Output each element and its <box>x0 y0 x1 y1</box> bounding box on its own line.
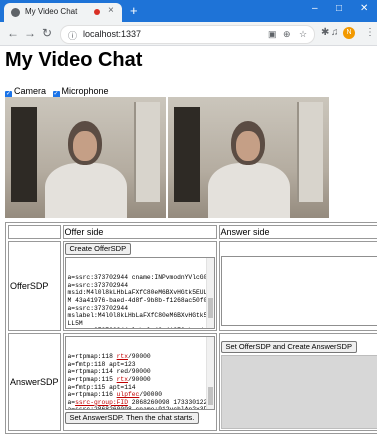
close-tab-icon[interactable]: × <box>108 5 114 16</box>
offer-answer-cell: a=rtpmap:118 rtx/90000 a=fmtp:118 apt=123… <box>62 333 217 431</box>
sdp-table: Offer side Answer side OfferSDP Create O… <box>5 222 377 434</box>
zoom-icon[interactable]: ⊕ <box>283 29 291 40</box>
sdp-line: a=fmtp:118 apt=123 <box>67 360 136 368</box>
answer-sdp-textarea[interactable]: a=rtpmap:118 rtx/90000 a=fmtp:118 apt=123… <box>64 336 215 410</box>
minimize-icon[interactable]: – <box>312 3 318 14</box>
sdp-line: a=fmtp:115 apt=114 <box>67 383 136 391</box>
close-window-icon[interactable]: ✕ <box>360 3 368 14</box>
sdp-line: a=ssrc:373702944 <box>67 304 128 312</box>
avatar[interactable]: N <box>343 27 355 39</box>
forward-icon[interactable]: → <box>24 26 36 40</box>
maximize-icon[interactable]: □ <box>336 3 342 14</box>
back-icon[interactable]: ← <box>7 26 19 40</box>
answer-row-label: AnswerSDP <box>8 333 61 431</box>
offer-row-label: OfferSDP <box>8 241 61 331</box>
answer-offer-textarea[interactable] <box>220 256 377 326</box>
tab-title: My Video Chat <box>25 7 78 16</box>
sdp-line: a=ssrc-group:FID 2868260098 1733301223 <box>67 398 212 406</box>
sdp-line: a=ssrc:373702944 label:43a41976-baed- <box>68 327 214 328</box>
browser-titlebar: My Video Chat × + – □ ✕ <box>0 0 377 22</box>
sdp-line: a=rtpmap:116 ulpfec/90000 <box>67 391 163 399</box>
browser-tab[interactable]: My Video Chat × <box>4 3 122 22</box>
sdp-line: M 43a41976-baed-4d8f-9b8b-f1268ac50f03 <box>67 296 212 304</box>
scrollbar[interactable] <box>205 258 214 328</box>
offer-header: Offer side <box>62 225 217 239</box>
extensions-icon[interactable]: ✱ <box>321 27 329 38</box>
sdp-line: a=rtpmap:118 rtx/90000 <box>67 353 151 361</box>
set-offer-create-answer-button[interactable]: Set OfferSDP and Create AnswerSDP <box>220 341 357 353</box>
scrollbar[interactable] <box>205 337 214 409</box>
menu-icon[interactable]: ⋮ <box>365 27 375 38</box>
answer-header: Answer side <box>218 225 377 239</box>
answer-side-textarea <box>220 355 377 429</box>
microphone-label: Microphone <box>61 86 109 96</box>
address-bar[interactable]: ⓘ localhost:1337 ▣ ⊕ ☆ <box>60 25 315 44</box>
set-answer-button[interactable]: Set AnswerSDP. Then the chat starts. <box>64 412 200 424</box>
media-icon[interactable]: ♫ <box>331 27 339 38</box>
new-tab-icon[interactable]: + <box>130 3 138 18</box>
answer-cell: Set OfferSDP and Create AnswerSDP <box>218 333 377 431</box>
info-icon: ⓘ <box>68 31 78 41</box>
sdp-line: msid:M4l0l8kLHbLaFXfC80eM6BXvHGtk5EULL5 <box>67 289 215 297</box>
create-offer-button[interactable]: Create OfferSDP <box>64 243 132 255</box>
sdp-line: a=rtpmap:115 rtx/90000 <box>67 375 151 383</box>
answer-offer-cell <box>218 241 377 331</box>
local-video <box>5 97 166 218</box>
sdp-line: a=ssrc:373702944 <box>67 281 128 289</box>
star-icon[interactable]: ☆ <box>299 29 307 40</box>
sdp-line: a=rtpmap:114 red/90000 <box>67 368 151 376</box>
sdp-line: mslabel:M4l0l8kLHbLaFXfC80eM6BXvHGtk5EU <box>67 312 215 320</box>
sdp-line: a=ssrc:373702944 cname:INPvmodnYVlcG0a <box>67 274 212 282</box>
browser-toolbar: ← → ↻ ⓘ localhost:1337 ▣ ⊕ ☆ ✱ ♫ N ⋮ <box>0 22 377 46</box>
reload-icon[interactable]: ↻ <box>42 26 52 40</box>
camera-label: Camera <box>14 86 47 96</box>
sdp-line: LL5M <box>67 319 83 327</box>
globe-icon <box>11 8 20 17</box>
recording-icon <box>94 9 100 15</box>
sdp-line: a=ssrc:2868260098 cname:912vchlAn2x3FEi <box>67 406 215 410</box>
offer-sdp-textarea[interactable]: a=ssrc:373702944 cname:INPvmodnYVlcG0a a=… <box>64 257 215 329</box>
remote-video <box>168 97 329 218</box>
camera-icon[interactable]: ▣ <box>268 29 277 40</box>
url-text: localhost:1337 <box>83 29 142 39</box>
offer-sdp-text: a=ssrc:373702944 cname:INPvmodnYVlcG0a a=… <box>66 273 215 328</box>
page-title: My Video Chat <box>5 49 143 71</box>
answer-sdp-text: a=rtpmap:118 rtx/90000 a=fmtp:118 apt=123… <box>66 352 215 410</box>
corner-cell <box>8 225 61 239</box>
offer-cell: Create OfferSDP a=ssrc:373702944 cname:I… <box>62 241 217 331</box>
